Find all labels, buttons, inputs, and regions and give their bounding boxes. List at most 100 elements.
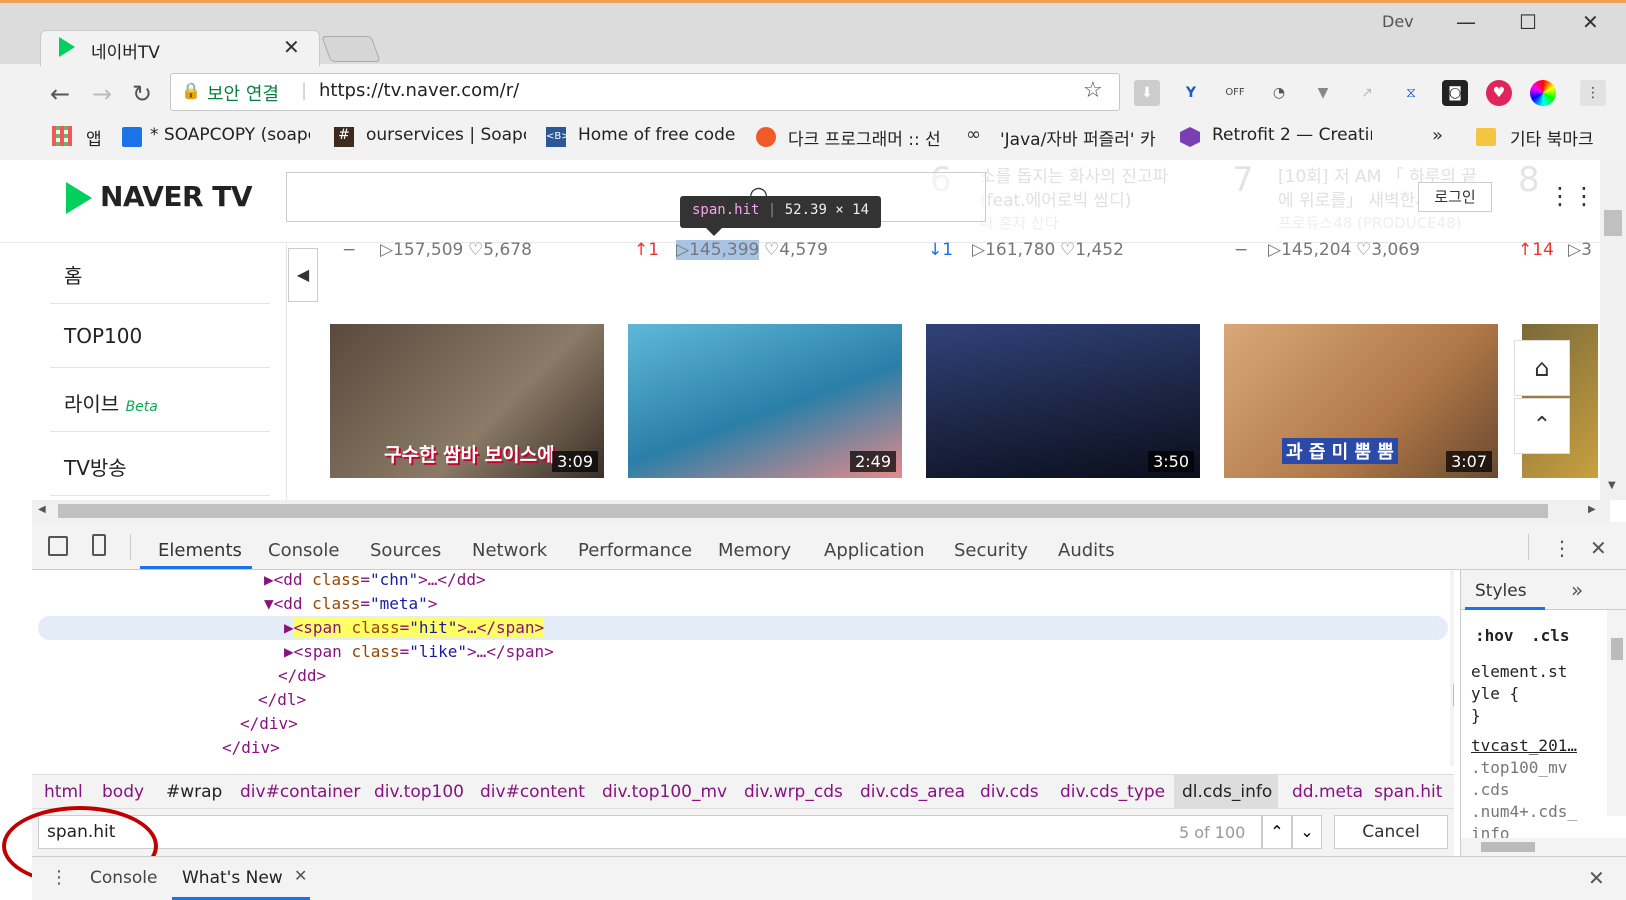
breadcrumb-item[interactable]: div.cds: [980, 782, 1039, 802]
forward-icon[interactable]: →: [92, 80, 112, 108]
breadcrumb-item[interactable]: div.wrp_cds: [744, 782, 843, 802]
page-scrollbar[interactable]: ▼: [1600, 160, 1626, 500]
tab-application[interactable]: Application: [824, 540, 925, 561]
devtools-menu-icon[interactable]: ⋮: [1552, 536, 1572, 560]
breadcrumb-item[interactable]: div#content: [480, 782, 585, 802]
dom-node[interactable]: </dd>: [278, 666, 326, 685]
drawer-close-icon[interactable]: ✕: [1588, 866, 1605, 890]
dom-node[interactable]: </div>: [222, 738, 280, 757]
breadcrumb-item[interactable]: div.cds_area: [860, 782, 965, 802]
new-tab-button[interactable]: [321, 36, 381, 62]
breadcrumb-item[interactable]: dd.meta: [1292, 782, 1363, 802]
drawer-tab-console[interactable]: Console: [90, 868, 158, 888]
bookmark-freecode[interactable]: Home of free code s: [578, 125, 738, 145]
tab-audits[interactable]: Audits: [1058, 540, 1115, 561]
scroll-down-icon[interactable]: ▼: [1608, 480, 1616, 491]
off-extension-icon[interactable]: OFF: [1222, 80, 1248, 106]
bookmark-darkprogrammer[interactable]: 다크 프로그래머 :: 선: [788, 125, 948, 150]
reload-icon[interactable]: ↻: [132, 80, 152, 108]
bookmark-ourservices[interactable]: ourservices | Soapco: [366, 125, 526, 145]
login-button[interactable]: 로그인: [1418, 182, 1492, 212]
dom-node[interactable]: ▼<dd class="meta">: [264, 594, 437, 613]
breadcrumb-item[interactable]: dl.cds_info: [1182, 782, 1272, 802]
close-window-icon[interactable]: ✕: [1582, 10, 1599, 34]
device-toolbar-icon[interactable]: [92, 534, 106, 556]
search-input[interactable]: span.hit 5 of 100: [38, 815, 1262, 849]
video-thumbnail[interactable]: 구수한 쌈바 보이스에 3:09: [330, 324, 604, 478]
pdf-extension-icon[interactable]: ⬇: [1134, 80, 1160, 106]
video-thumbnail[interactable]: 과 즙 미 뿜 뿜 3:07: [1224, 324, 1498, 478]
video-thumbnail[interactable]: 2:49: [628, 324, 902, 478]
drawer-menu-icon[interactable]: ⋮: [50, 867, 68, 888]
search-cancel-button[interactable]: Cancel: [1334, 815, 1448, 849]
search-prev-button[interactable]: ⌃: [1262, 815, 1292, 849]
address-bar[interactable]: 🔒 보안 연결 | https://tv.naver.com/r/ ☆: [170, 73, 1120, 111]
bookmark-other[interactable]: 기타 북마크: [1510, 125, 1594, 150]
styles-hscrollbar-thumb[interactable]: [1481, 842, 1535, 852]
styles-scrollbar-thumb[interactable]: [1611, 638, 1623, 660]
bookmark-apps[interactable]: 앱: [86, 125, 102, 150]
dom-scrollbar-thumb[interactable]: [1453, 684, 1454, 706]
dom-node[interactable]: ▶<span class="like">…</span>: [284, 642, 554, 661]
style-source-link[interactable]: tvcast_201…: [1471, 736, 1577, 755]
chrome-menu-icon[interactable]: ⋮: [1580, 80, 1606, 106]
timer-extension-icon[interactable]: ◔: [1266, 80, 1292, 106]
tab-security[interactable]: Security: [954, 540, 1028, 561]
dom-node[interactable]: </dl>: [258, 690, 306, 709]
profile-label[interactable]: Dev: [1382, 12, 1414, 31]
devtools-close-icon[interactable]: ✕: [1590, 536, 1607, 560]
breadcrumb-item[interactable]: body: [102, 782, 144, 802]
tab-performance[interactable]: Performance: [578, 540, 692, 561]
drawer-tab-close-icon[interactable]: ✕: [294, 866, 307, 885]
tab-network[interactable]: Network: [472, 540, 547, 561]
bookmarks-overflow-icon[interactable]: »: [1432, 125, 1443, 146]
dom-scrollbar[interactable]: ▲ ▼: [1450, 570, 1454, 766]
breadcrumb-item[interactable]: span.hit: [1374, 782, 1442, 802]
dom-node-selected[interactable]: ▶<span class="hit">…</span>: [284, 618, 545, 637]
dom-node[interactable]: ▶<dd class="chn">…</dd>: [264, 570, 486, 589]
back-icon[interactable]: ←: [50, 80, 70, 108]
page-horizontal-scrollbar[interactable]: ◀ ▶: [32, 500, 1610, 522]
breadcrumb-item[interactable]: html: [44, 782, 83, 802]
naver-tv-logo-icon[interactable]: [66, 182, 92, 214]
breadcrumb-item[interactable]: div#container: [240, 782, 360, 802]
glasses-extension-icon[interactable]: ◙: [1442, 80, 1468, 106]
scroll-right-icon[interactable]: ▶: [1588, 504, 1596, 515]
apps-grid-icon[interactable]: [52, 126, 72, 146]
bookmark-soapcopy[interactable]: * SOAPCOPY (soapco: [150, 125, 310, 145]
prev-slide-button[interactable]: ◀: [288, 248, 318, 302]
horizontal-scrollbar-thumb[interactable]: [58, 504, 1548, 518]
breadcrumb-item[interactable]: div.cds_type: [1060, 782, 1165, 802]
tab-close-icon[interactable]: ✕: [283, 35, 300, 59]
tab-memory[interactable]: Memory: [718, 540, 791, 561]
styles-scrollbar[interactable]: [1607, 610, 1626, 816]
tab-sources[interactable]: Sources: [370, 540, 441, 561]
tab-console[interactable]: Console: [268, 540, 339, 561]
bookmark-retrofit[interactable]: Retrofit 2 — Creating: [1212, 125, 1372, 145]
sidebar-item-live[interactable]: 라이브 Beta: [50, 368, 270, 432]
tab-elements[interactable]: Elements: [158, 540, 242, 561]
hourglass-extension-icon[interactable]: ⧖: [1398, 80, 1424, 106]
hover-state-toggle[interactable]: :hov: [1475, 626, 1514, 645]
red-extension-icon[interactable]: ♥: [1486, 80, 1512, 106]
minimize-icon[interactable]: —: [1456, 10, 1476, 34]
tab-styles[interactable]: Styles: [1475, 581, 1527, 601]
scroll-top-button[interactable]: ⌃: [1514, 398, 1570, 454]
bookmark-javapuzzler[interactable]: 'Java/자바 퍼즐러' 카: [1000, 125, 1160, 150]
search-next-button[interactable]: ⌄: [1292, 815, 1322, 849]
styles-hscrollbar[interactable]: [1461, 838, 1626, 856]
scroll-left-icon[interactable]: ◀: [38, 504, 46, 515]
sidebar-item-home[interactable]: 홈: [50, 240, 270, 304]
maximize-icon[interactable]: ☐: [1519, 10, 1537, 34]
y-extension-icon[interactable]: Y: [1178, 80, 1204, 106]
breadcrumb-item[interactable]: div.top100_mv: [602, 782, 727, 802]
share-extension-icon[interactable]: ↗: [1354, 80, 1380, 106]
color-wheel-extension-icon[interactable]: [1530, 80, 1556, 106]
dom-node[interactable]: </div>: [240, 714, 298, 733]
tab-navertv[interactable]: 네이버TV ✕: [40, 30, 320, 66]
sidebar-item-tvbroadcast[interactable]: TV방송: [50, 432, 270, 496]
video-thumbnail[interactable]: 3:50: [926, 324, 1200, 478]
class-toggle[interactable]: .cls: [1531, 626, 1570, 645]
v-extension-icon[interactable]: ▼: [1310, 80, 1336, 106]
more-tabs-icon[interactable]: »: [1571, 578, 1583, 602]
